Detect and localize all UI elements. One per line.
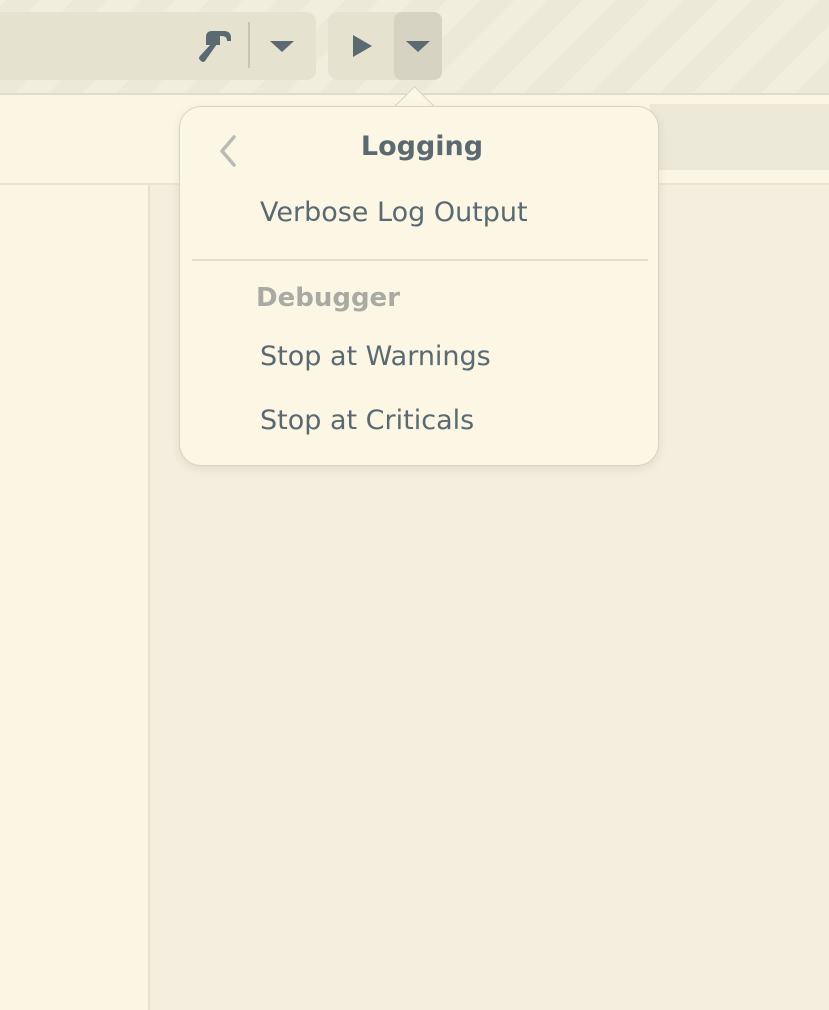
build-menu-button[interactable]	[252, 12, 312, 80]
popover-title: Logging	[360, 131, 484, 162]
section-label-debugger: Debugger	[256, 283, 401, 313]
toolbar-separator	[248, 22, 250, 68]
play-icon	[353, 35, 372, 57]
menu-item-verbose-log-output[interactable]: Verbose Log Output	[260, 197, 528, 228]
build-button[interactable]	[186, 12, 246, 80]
pan-down-icon	[270, 40, 294, 52]
menu-separator	[192, 259, 648, 261]
tab-strip-area	[650, 104, 829, 170]
logging-popover: Logging Verbose Log Output Debugger Stop…	[179, 106, 659, 466]
menu-item-stop-at-criticals[interactable]: Stop at Criticals	[260, 405, 474, 436]
run-menu-button[interactable]	[394, 12, 442, 80]
sidebar	[0, 185, 150, 1010]
run-button[interactable]	[332, 12, 392, 80]
hammer-icon	[199, 31, 231, 62]
popover-arrow-joint	[392, 107, 436, 121]
menu-item-stop-at-warnings[interactable]: Stop at Warnings	[260, 341, 491, 372]
pan-down-icon	[406, 40, 430, 52]
